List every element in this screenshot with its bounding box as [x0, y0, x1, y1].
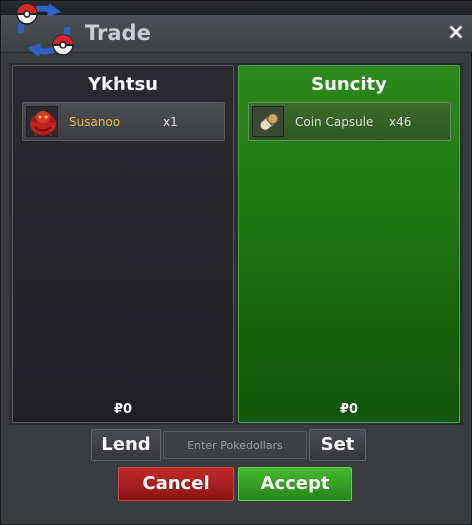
item-quantity: x1	[163, 115, 178, 129]
cancel-button[interactable]: Cancel	[118, 467, 234, 501]
trade-item[interactable]: Susanoo x1	[22, 102, 225, 141]
trade-panel-right: Suncity Coin Capsule x46 ₽0	[238, 65, 460, 423]
item-name: Coin Capsule	[295, 115, 374, 129]
item-name: Susanoo	[69, 115, 121, 129]
player-name: Ykhtsu	[88, 74, 158, 95]
window-title: Trade	[85, 21, 151, 45]
trade-item[interactable]: Coin Capsule x46	[248, 102, 451, 141]
trade-window: Trade × Ykhtsu Susanoo x1 ₽0 Suncity Coi…	[0, 0, 472, 525]
accept-button[interactable]: Accept	[238, 467, 352, 501]
trade-logo-icon	[16, 3, 74, 57]
pokedollars-input[interactable]	[163, 431, 307, 459]
player-name: Suncity	[311, 74, 387, 95]
close-button[interactable]: ×	[445, 22, 467, 44]
money-amount: ₽0	[113, 402, 133, 417]
capsule-icon	[252, 106, 284, 137]
red-creature-icon	[26, 106, 58, 137]
lend-button[interactable]: Lend	[91, 429, 161, 461]
money-amount: ₽0	[339, 402, 359, 417]
set-button[interactable]: Set	[309, 429, 366, 461]
trade-panel-left: Ykhtsu Susanoo x1 ₽0	[12, 65, 234, 423]
item-quantity: x46	[389, 115, 412, 129]
